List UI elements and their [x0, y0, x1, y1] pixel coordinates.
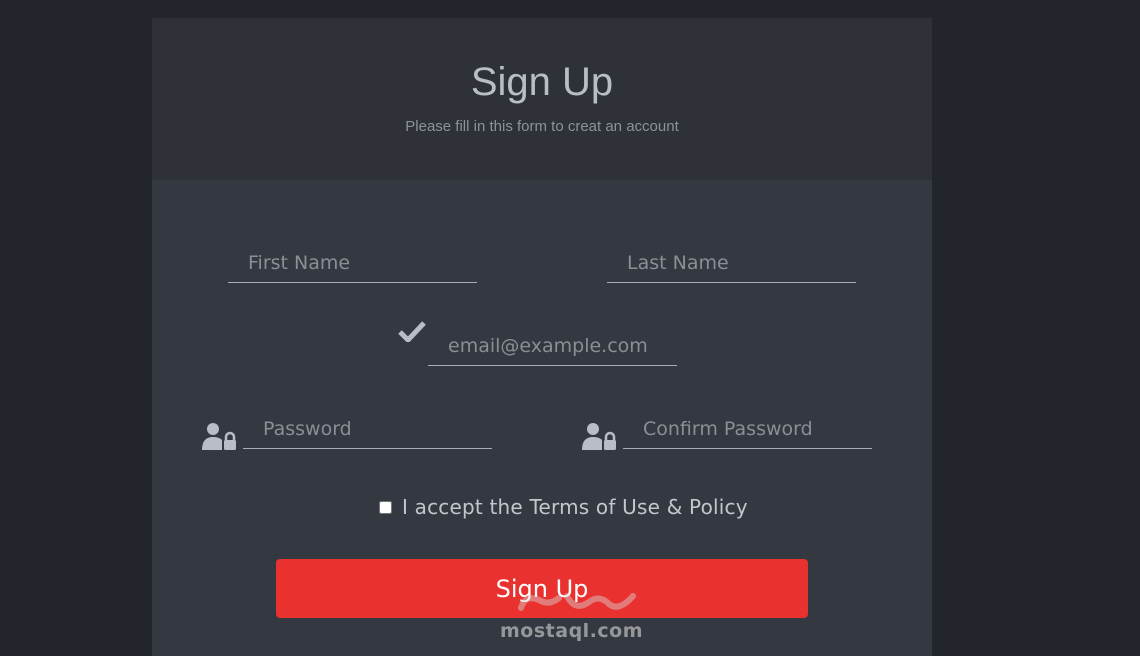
page-subtitle: Please fill in this form to creat an acc… [405, 118, 679, 135]
terms-row[interactable]: I accept the Terms of Use & Policy [379, 492, 748, 522]
user-lock-icon [202, 423, 236, 450]
page-title: Sign Up [470, 60, 614, 104]
card-header: Sign Up Please fill in this form to crea… [152, 18, 932, 180]
page: Sign Up Please fill in this form to crea… [0, 0, 1140, 656]
signup-card: Sign Up Please fill in this form to crea… [152, 18, 932, 656]
terms-label: I accept the Terms of Use & Policy [402, 495, 748, 519]
first-name-input[interactable] [228, 243, 477, 283]
last-name-input[interactable] [607, 243, 856, 283]
watermark-text: mostaql.com [500, 620, 644, 642]
user-lock-icon [582, 423, 616, 450]
check-icon [398, 321, 426, 342]
password-input[interactable] [243, 409, 492, 449]
terms-checkbox[interactable] [379, 500, 392, 514]
watermark-logo-icon [518, 593, 636, 611]
email-input[interactable] [428, 326, 677, 366]
confirm-password-input[interactable] [623, 409, 872, 449]
